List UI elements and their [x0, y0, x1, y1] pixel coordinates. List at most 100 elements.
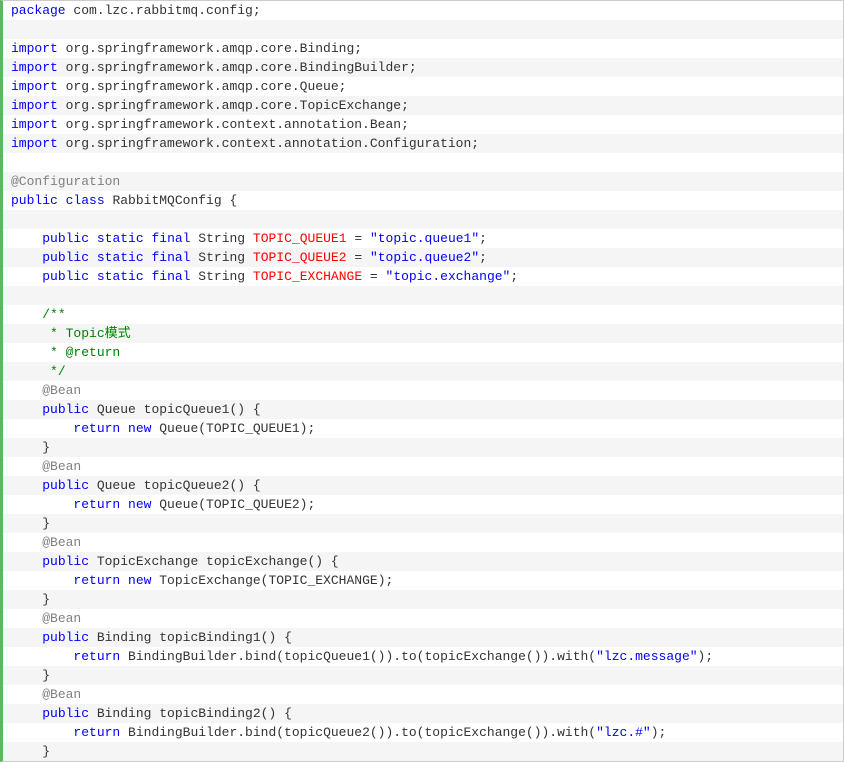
code-line: }	[3, 590, 843, 609]
token-plain	[89, 269, 97, 284]
code-line	[3, 20, 843, 39]
token-plain	[11, 269, 42, 284]
token-keyword: new	[128, 421, 151, 436]
token-plain	[58, 193, 66, 208]
token-plain	[11, 725, 73, 740]
code-block: package com.lzc.rabbitmq.config; import …	[0, 0, 844, 762]
token-plain: String	[190, 250, 252, 265]
token-red: TOPIC_EXCHANGE	[253, 269, 362, 284]
token-string: "lzc.message"	[596, 649, 697, 664]
token-plain: }	[11, 668, 50, 683]
token-string: "topic.queue1"	[370, 231, 479, 246]
token-plain	[11, 383, 42, 398]
token-plain: }	[11, 744, 50, 759]
token-comment: */	[50, 364, 66, 379]
token-plain: RabbitMQConfig {	[105, 193, 238, 208]
code-line: import org.springframework.amqp.core.Bin…	[3, 39, 843, 58]
code-line: * Topic模式	[3, 324, 843, 343]
token-comment: /**	[42, 307, 65, 322]
token-plain	[11, 611, 42, 626]
token-plain	[11, 231, 42, 246]
token-keyword: import	[11, 79, 58, 94]
code-line: public Binding topicBinding1() {	[3, 628, 843, 647]
token-plain: Queue topicQueue2() {	[89, 478, 261, 493]
token-plain	[11, 421, 73, 436]
token-comment: * Topic模式	[50, 326, 131, 341]
token-plain: =	[362, 269, 385, 284]
token-keyword: import	[11, 60, 58, 75]
code-line: @Bean	[3, 533, 843, 552]
token-keyword: public	[42, 402, 89, 417]
token-plain	[120, 421, 128, 436]
code-line: package com.lzc.rabbitmq.config;	[3, 1, 843, 20]
token-string: "topic.exchange"	[386, 269, 511, 284]
code-line: public TopicExchange topicExchange() {	[3, 552, 843, 571]
token-plain	[11, 535, 42, 550]
token-plain: TopicExchange topicExchange() {	[89, 554, 339, 569]
token-keyword: return	[73, 725, 120, 740]
token-comment: * @return	[50, 345, 120, 360]
token-plain: }	[11, 516, 50, 531]
code-line: import org.springframework.amqp.core.Top…	[3, 96, 843, 115]
code-line: public class RabbitMQConfig {	[3, 191, 843, 210]
code-line: public static final String TOPIC_EXCHANG…	[3, 267, 843, 286]
token-plain	[89, 231, 97, 246]
code-line: /**	[3, 305, 843, 324]
token-keyword: public	[42, 231, 89, 246]
token-annotation: @Bean	[42, 535, 81, 550]
token-plain	[120, 497, 128, 512]
code-line: import org.springframework.amqp.core.Bin…	[3, 58, 843, 77]
token-plain: Binding topicBinding1() {	[89, 630, 292, 645]
token-string: "lzc.#"	[596, 725, 651, 740]
token-plain	[11, 573, 73, 588]
code-line: import org.springframework.context.annot…	[3, 134, 843, 153]
code-line	[3, 210, 843, 229]
code-line	[3, 153, 843, 172]
token-plain	[11, 497, 73, 512]
token-annotation: @Bean	[42, 459, 81, 474]
token-plain: org.springframework.context.annotation.B…	[58, 117, 409, 132]
token-annotation: @Bean	[42, 383, 81, 398]
code-line: }	[3, 742, 843, 761]
token-plain	[120, 573, 128, 588]
token-plain: Queue topicQueue1() {	[89, 402, 261, 417]
token-plain	[11, 459, 42, 474]
code-line: import org.springframework.amqp.core.Que…	[3, 77, 843, 96]
token-keyword: public	[42, 269, 89, 284]
token-keyword: public	[42, 706, 89, 721]
token-plain: =	[347, 250, 370, 265]
token-keyword: return	[73, 497, 120, 512]
token-plain	[11, 307, 42, 322]
code-line: @Configuration	[3, 172, 843, 191]
code-line: * @return	[3, 343, 843, 362]
code-line: public Queue topicQueue2() {	[3, 476, 843, 495]
token-keyword: return	[73, 421, 120, 436]
token-keyword: class	[66, 193, 105, 208]
token-plain	[11, 326, 50, 341]
token-plain: BindingBuilder.bind(topicQueue2()).to(to…	[120, 725, 596, 740]
token-annotation: @Bean	[42, 611, 81, 626]
token-annotation: @Configuration	[11, 174, 120, 189]
code-line: @Bean	[3, 381, 843, 400]
token-plain: com.lzc.rabbitmq.config;	[66, 3, 261, 18]
token-plain	[11, 478, 42, 493]
token-plain	[11, 364, 50, 379]
token-plain: );	[698, 649, 714, 664]
token-plain: org.springframework.amqp.core.BindingBui…	[58, 60, 417, 75]
token-plain: String	[190, 231, 252, 246]
token-keyword: static	[97, 231, 144, 246]
token-plain	[11, 250, 42, 265]
token-plain: ;	[510, 269, 518, 284]
token-keyword: import	[11, 136, 58, 151]
token-keyword: public	[42, 478, 89, 493]
token-plain: org.springframework.amqp.core.Binding;	[58, 41, 362, 56]
token-plain: );	[651, 725, 667, 740]
token-plain: ;	[479, 231, 487, 246]
code-line: return new TopicExchange(TOPIC_EXCHANGE)…	[3, 571, 843, 590]
code-line: public static final String TOPIC_QUEUE2 …	[3, 248, 843, 267]
token-plain: Queue(TOPIC_QUEUE2);	[151, 497, 315, 512]
code-line: import org.springframework.context.annot…	[3, 115, 843, 134]
token-plain: BindingBuilder.bind(topicQueue1()).to(to…	[120, 649, 596, 664]
token-plain: ;	[479, 250, 487, 265]
token-plain: =	[347, 231, 370, 246]
